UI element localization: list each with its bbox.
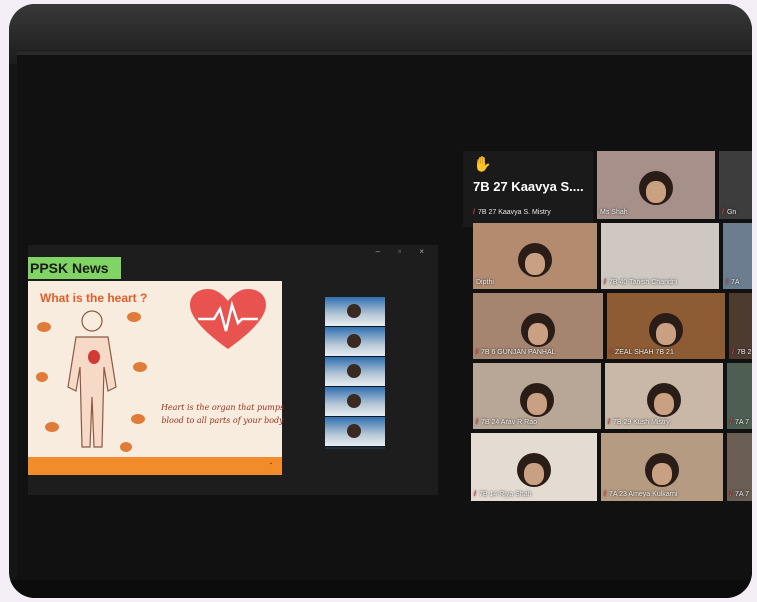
participant-name: /7A 7 bbox=[730, 419, 749, 426]
participant-video bbox=[649, 312, 683, 347]
featured-display-name: 7B 27 Kaavya S.... bbox=[473, 179, 584, 194]
featured-participant-tile[interactable]: ✋ 7B 27 Kaavya S.... /7B 27 Kaavya S. Mi… bbox=[463, 151, 593, 227]
presenter-gallery-strip[interactable] bbox=[325, 297, 385, 449]
participant-tile[interactable]: / ZEAL SHAH 7B 21 bbox=[607, 293, 725, 359]
participant-video bbox=[517, 453, 551, 488]
participant-name: /7A bbox=[726, 279, 740, 286]
participant-tile[interactable]: /7A 23 Ameya Kulkarni bbox=[601, 433, 723, 501]
bottom-bezel bbox=[9, 580, 752, 598]
participant-video bbox=[521, 312, 555, 347]
participant-video bbox=[639, 171, 673, 206]
heart-icon bbox=[190, 289, 266, 349]
participant-video bbox=[645, 453, 679, 488]
muted-mic-icon: / bbox=[474, 491, 476, 498]
participant-video bbox=[518, 242, 552, 277]
muted-mic-icon: / bbox=[722, 209, 724, 216]
participant-tile[interactable]: Dipthi bbox=[473, 223, 597, 289]
featured-label: /7B 27 Kaavya S. Mistry bbox=[473, 209, 551, 216]
participant-tile[interactable]: /7B 6 GUNJAN PANHAL bbox=[473, 293, 603, 359]
muted-mic-icon: / bbox=[604, 491, 606, 498]
human-body-icon bbox=[36, 310, 147, 452]
shared-screen-window: – ▫ × PPSK News What is the heart ? Hear… bbox=[28, 245, 438, 495]
muted-mic-icon: / bbox=[726, 279, 728, 286]
tv-screen: – ▫ × PPSK News What is the heart ? Hear… bbox=[17, 52, 752, 580]
slide-footer: ▪ bbox=[28, 457, 282, 475]
participant-name: /7B 2 bbox=[732, 349, 752, 356]
participant-video bbox=[520, 382, 554, 417]
participant-tile[interactable]: /7A 7 bbox=[727, 433, 752, 501]
muted-mic-icon: / bbox=[730, 419, 732, 426]
strip-video-tile[interactable] bbox=[325, 357, 385, 387]
photo-frame: – ▫ × PPSK News What is the heart ? Hear… bbox=[9, 4, 752, 598]
participant-tile[interactable]: /7B 2 bbox=[729, 293, 752, 359]
participant-tile[interactable]: /7A bbox=[723, 223, 752, 289]
muted-mic-icon: / bbox=[732, 349, 734, 356]
window-controls[interactable]: – ▫ × bbox=[376, 247, 432, 256]
participant-name: /7B 24 Arav R Rao bbox=[476, 419, 537, 426]
participant-tile[interactable]: /7B 29 Kush Mistry bbox=[605, 363, 723, 429]
participant-tile[interactable]: /7A 7 bbox=[727, 363, 752, 429]
participant-name: /7B 14 Riya Shah bbox=[474, 491, 532, 498]
muted-mic-icon: / bbox=[730, 491, 732, 498]
participant-tile[interactable]: /7B 24 Arav R Rao bbox=[473, 363, 601, 429]
muted-mic-icon: / bbox=[476, 349, 478, 356]
muted-mic-icon: / bbox=[473, 209, 475, 216]
participant-tile[interactable]: /7B 14 Riya Shah bbox=[471, 433, 597, 501]
footer-mark: ▪ bbox=[270, 461, 272, 467]
muted-mic-icon: / bbox=[604, 279, 606, 286]
presentation-slide: What is the heart ? Heart is the organ t… bbox=[28, 281, 285, 457]
participant-name: /7B 6 GUNJAN PANHAL bbox=[476, 349, 556, 356]
muted-mic-icon: / bbox=[608, 419, 610, 426]
muted-mic-icon: / bbox=[476, 419, 478, 426]
participant-name: Dipthi bbox=[476, 279, 494, 286]
raised-hand-icon: ✋ bbox=[473, 156, 492, 173]
participant-name: Ms Shah bbox=[600, 209, 628, 216]
strip-video-tile[interactable] bbox=[325, 387, 385, 417]
strip-video-tile[interactable] bbox=[325, 297, 385, 327]
muted-mic-icon: / bbox=[610, 349, 612, 356]
participant-grid: ✋ 7B 27 Kaavya S.... /7B 27 Kaavya S. Mi… bbox=[463, 151, 752, 501]
slide-title: What is the heart ? bbox=[40, 291, 148, 305]
slide-text: Heart is the organ that pumps blood to a… bbox=[160, 403, 285, 425]
participant-name: /7B 29 Kush Mistry bbox=[608, 419, 670, 426]
participant-tile[interactable]: / Gn bbox=[719, 151, 752, 219]
participant-name: /7A 23 Ameya Kulkarni bbox=[604, 491, 678, 498]
participant-video bbox=[647, 382, 681, 417]
participant-name: /7A 7 bbox=[730, 491, 749, 498]
strip-video-tile[interactable] bbox=[325, 417, 385, 447]
participant-tile[interactable]: /7B 40 Tanish Chandni bbox=[601, 223, 719, 289]
news-label: PPSK News bbox=[28, 257, 121, 279]
participant-name: / ZEAL SHAH 7B 21 bbox=[610, 349, 674, 356]
strip-video-tile[interactable] bbox=[325, 327, 385, 357]
participant-tile[interactable]: Ms Shah bbox=[597, 151, 715, 219]
participant-name: / Gn bbox=[722, 209, 737, 216]
participant-name: /7B 40 Tanish Chandni bbox=[604, 279, 678, 286]
